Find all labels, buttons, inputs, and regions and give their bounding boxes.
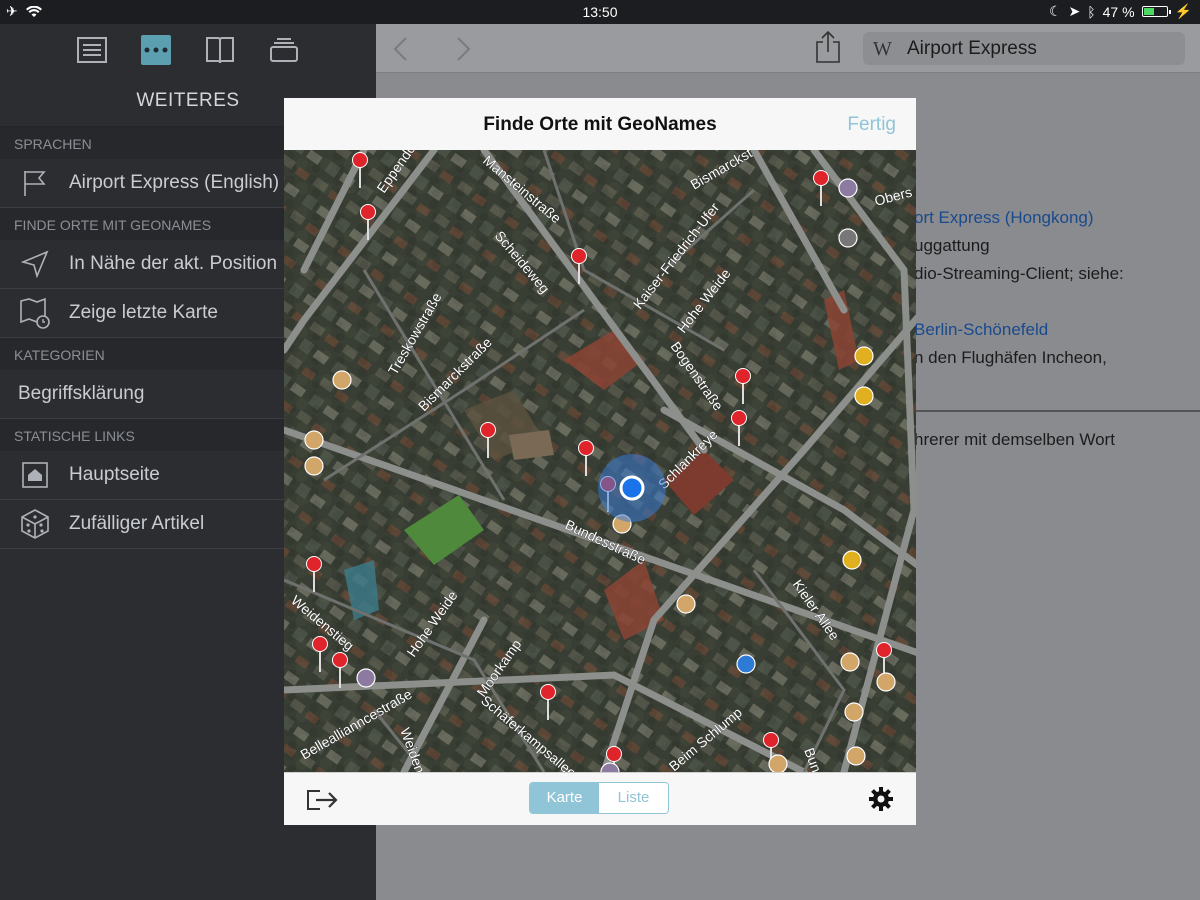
done-button[interactable]: Fertig bbox=[847, 114, 896, 136]
flag-icon bbox=[18, 166, 52, 200]
poi-marker-icon[interactable] bbox=[332, 370, 352, 390]
modal-header: Finde Orte mit GeoNames Fertig bbox=[284, 98, 916, 151]
tab-tabs[interactable] bbox=[269, 35, 299, 65]
dice-icon bbox=[18, 507, 52, 541]
wikipedia-icon: W bbox=[873, 38, 892, 60]
top-toolbar: W Airport Express bbox=[376, 24, 1200, 73]
poi-marker-icon[interactable] bbox=[854, 386, 874, 406]
divider bbox=[914, 410, 1200, 412]
tab-contents[interactable] bbox=[77, 35, 107, 65]
search-text: Airport Express bbox=[907, 38, 1037, 59]
poi-marker-icon[interactable] bbox=[304, 430, 324, 450]
forward-icon[interactable] bbox=[456, 36, 472, 62]
sidebar-item-label: Airport Express (English) bbox=[69, 172, 280, 193]
tab-more[interactable] bbox=[141, 35, 171, 65]
article-link[interactable]: ort Express (Hongkong) bbox=[914, 204, 1124, 232]
poi-marker-icon[interactable] bbox=[842, 550, 862, 570]
bluetooth-icon: ᛒ bbox=[1087, 3, 1096, 20]
poi-marker-icon[interactable] bbox=[854, 346, 874, 366]
current-location-dot bbox=[619, 475, 645, 501]
sidebar-item-label: Hauptseite bbox=[69, 464, 160, 485]
moon-icon: ☾ bbox=[1048, 3, 1062, 19]
sidebar-item-label: Begriffsklärung bbox=[18, 383, 145, 404]
segment-list[interactable]: Liste bbox=[599, 783, 668, 813]
more-dots-icon bbox=[144, 47, 168, 53]
poi-marker-icon[interactable] bbox=[304, 456, 324, 476]
back-icon[interactable] bbox=[392, 36, 408, 62]
status-time: 13:50 bbox=[582, 4, 618, 20]
book-icon bbox=[206, 37, 234, 64]
poi-marker-icon[interactable] bbox=[768, 754, 788, 772]
tab-bookmarks[interactable] bbox=[205, 35, 235, 65]
satellite-map[interactable]: Mansteinstraße Bismarckst Scheideweg Kai… bbox=[284, 150, 916, 772]
article-line: uggattung bbox=[914, 236, 990, 255]
map-clock-icon bbox=[18, 296, 52, 330]
sidebar-item-label: Zeige letzte Karte bbox=[69, 302, 218, 323]
article-line: hrerer mit demselben Wort bbox=[914, 430, 1115, 449]
poi-marker-icon[interactable] bbox=[844, 702, 864, 722]
charging-icon: ⚡ bbox=[1174, 3, 1192, 19]
home-icon bbox=[18, 458, 52, 492]
poi-marker-icon[interactable] bbox=[876, 672, 896, 692]
list-icon bbox=[77, 37, 107, 63]
modal-title: Finde Orte mit GeoNames bbox=[483, 114, 717, 135]
geonames-modal: Finde Orte mit GeoNames Fertig Mansteins… bbox=[284, 98, 916, 825]
gear-icon[interactable] bbox=[868, 786, 894, 812]
sidebar-tabs bbox=[0, 24, 376, 76]
poi-marker-icon[interactable] bbox=[838, 228, 858, 248]
battery-icon bbox=[1141, 6, 1171, 17]
search-field[interactable]: W Airport Express bbox=[863, 32, 1185, 65]
poi-marker-icon[interactable] bbox=[356, 668, 376, 688]
poi-marker-icon[interactable] bbox=[846, 746, 866, 766]
sidebar-item-label: Zufälliger Artikel bbox=[69, 513, 205, 534]
modal-footer: Karte Liste bbox=[284, 772, 916, 825]
article-text: ort Express (Hongkong) uggattung dio-Str… bbox=[914, 204, 1124, 454]
map-view[interactable]: Mansteinstraße Bismarckst Scheideweg Kai… bbox=[284, 150, 916, 772]
poi-marker-icon[interactable] bbox=[736, 654, 756, 674]
article-link[interactable]: Berlin-Schönefeld bbox=[914, 316, 1124, 344]
article-line: n den Flughäfen Incheon, bbox=[914, 348, 1107, 367]
location-icon: ➤ bbox=[1068, 3, 1081, 19]
article-line: dio-Streaming-Client; siehe: bbox=[914, 264, 1124, 283]
location-arrow-icon bbox=[18, 247, 52, 281]
poi-marker-icon[interactable] bbox=[676, 594, 696, 614]
share-icon[interactable] bbox=[815, 30, 841, 64]
battery-percent: 47 % bbox=[1102, 3, 1135, 20]
poi-marker-icon[interactable] bbox=[840, 652, 860, 672]
poi-marker-icon[interactable] bbox=[838, 178, 858, 198]
view-segmented-control[interactable]: Karte Liste bbox=[529, 782, 669, 814]
exit-icon[interactable] bbox=[306, 788, 340, 812]
stack-icon bbox=[270, 38, 298, 62]
status-bar: ✈ 13:50 ☾ ➤ ᛒ 47 % ⚡ bbox=[0, 0, 1200, 24]
segment-map[interactable]: Karte bbox=[530, 783, 599, 813]
sidebar-item-label: In Nähe der akt. Position bbox=[69, 253, 278, 274]
